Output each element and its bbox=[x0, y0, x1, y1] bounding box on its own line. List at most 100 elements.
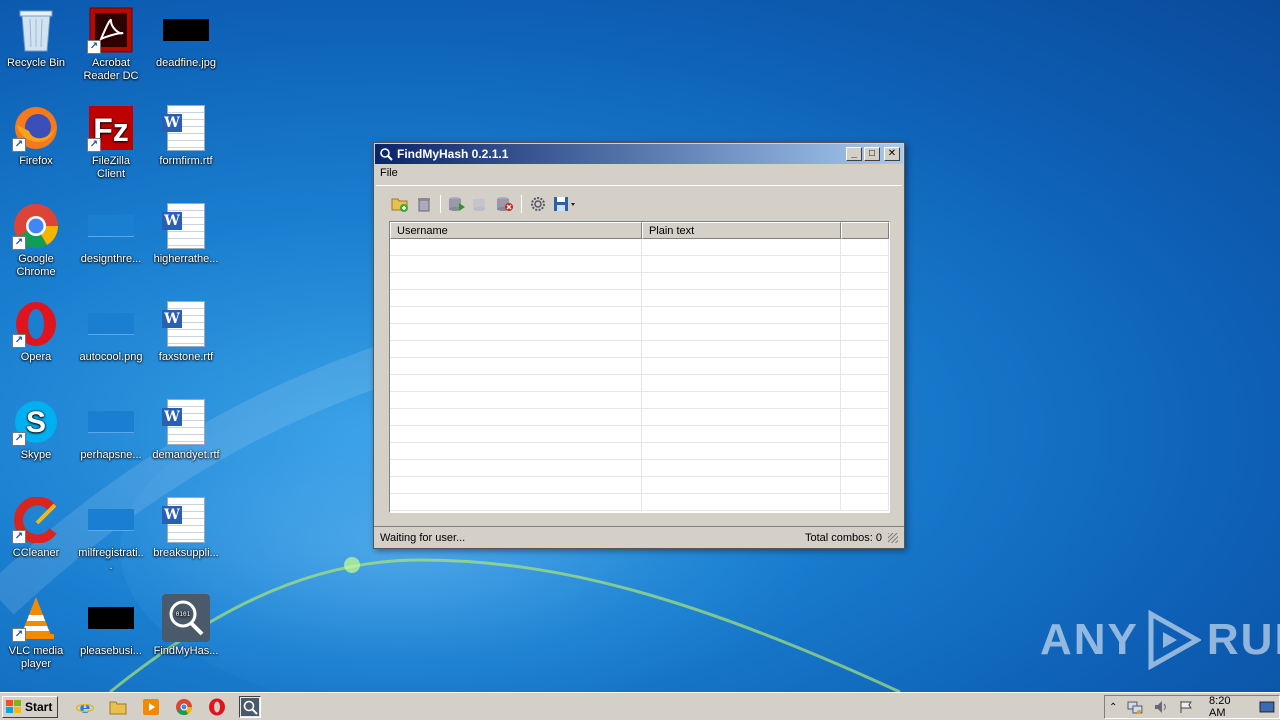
window-titlebar[interactable]: FindMyHash 0.2.1.1 _ □ ✕ bbox=[375, 144, 903, 164]
taskbar-chrome[interactable] bbox=[173, 696, 195, 718]
pause-button-tool[interactable] bbox=[471, 194, 491, 214]
desktop-icon-deadfine[interactable]: deadfine.jpg bbox=[150, 6, 222, 70]
desktop-icon-label: milfregistrati... bbox=[78, 547, 144, 572]
desktop-icon-higherrathe[interactable]: W higherrathe... bbox=[150, 202, 222, 266]
table-cell bbox=[642, 375, 842, 391]
table-row bbox=[390, 341, 889, 358]
add-folder-button[interactable] bbox=[390, 194, 410, 214]
desktop-icon-breaksuppli[interactable]: W breaksuppli... bbox=[150, 496, 222, 560]
desktop-icon-label: Google Chrome bbox=[16, 253, 56, 278]
resize-grip[interactable] bbox=[888, 532, 898, 543]
save-button[interactable] bbox=[552, 194, 578, 214]
close-button[interactable]: ✕ bbox=[884, 147, 900, 161]
table-cell bbox=[390, 273, 642, 289]
settings-button[interactable] bbox=[528, 194, 548, 214]
desktop-icon-findmyhash[interactable]: 0101 FindMyHas... bbox=[150, 594, 222, 658]
desktop-icon-recycle-bin[interactable]: Recycle Bin bbox=[0, 6, 72, 70]
image-file-icon bbox=[87, 594, 135, 642]
window-title: FindMyHash 0.2.1.1 bbox=[397, 147, 509, 161]
taskbar-ie[interactable]: e bbox=[74, 696, 96, 718]
anyrun-watermark: ANY RUN bbox=[1040, 610, 1280, 670]
desktop-icon-label: VLC media player bbox=[8, 645, 64, 670]
table-cell bbox=[642, 358, 842, 374]
desktop-icon-ccleaner[interactable]: ↗ CCleaner bbox=[0, 496, 72, 560]
desktop-icon-faxstone[interactable]: W faxstone.rtf bbox=[150, 300, 222, 364]
desktop-icon-filezilla[interactable]: Fz ↗ FileZilla Client bbox=[75, 104, 147, 181]
desktop-icon-google-chrome[interactable]: ↗ Google Chrome bbox=[0, 202, 72, 279]
desktop-icon-perhapsne[interactable]: perhapsne... bbox=[75, 398, 147, 462]
clock: 8:20 AM bbox=[1209, 695, 1231, 719]
taskbar-media-player[interactable] bbox=[140, 696, 162, 718]
svg-text:0101: 0101 bbox=[176, 611, 191, 618]
table-row bbox=[390, 375, 889, 392]
table-cell bbox=[841, 392, 889, 408]
desktop-icon-label: FileZilla Client bbox=[92, 155, 130, 180]
delete-button[interactable] bbox=[414, 194, 434, 214]
table-cell bbox=[642, 324, 842, 340]
taskbar-opera[interactable] bbox=[206, 696, 228, 718]
word-document-icon: W bbox=[162, 398, 210, 446]
table-cell bbox=[841, 341, 889, 357]
desktop-icon-autocool[interactable]: autocool.png bbox=[75, 300, 147, 364]
flag-icon[interactable] bbox=[1179, 700, 1193, 714]
volume-icon[interactable] bbox=[1153, 700, 1169, 714]
start-button-tool[interactable] bbox=[447, 194, 467, 214]
table-row bbox=[390, 426, 889, 443]
taskbar-explorer[interactable] bbox=[107, 696, 129, 718]
table-cell bbox=[390, 358, 642, 374]
desktop-icon-milfregistrati[interactable]: milfregistrati... bbox=[75, 496, 147, 573]
table-cell bbox=[841, 256, 889, 272]
desktop-icon-pleasebusi[interactable]: pleasebusi... bbox=[75, 594, 147, 658]
findmyhash-window[interactable]: FindMyHash 0.2.1.1 _ □ ✕ File Username P… bbox=[373, 142, 905, 549]
stop-button-tool[interactable] bbox=[495, 194, 515, 214]
table-cell bbox=[841, 477, 889, 493]
database-stop-icon bbox=[497, 196, 513, 211]
menu-file[interactable]: File bbox=[380, 167, 398, 179]
table-row bbox=[390, 358, 889, 375]
table-cell bbox=[390, 290, 642, 306]
database-play-icon bbox=[449, 196, 465, 211]
tray-expand-icon[interactable]: ⌃ bbox=[1109, 702, 1117, 713]
show-desktop-icon[interactable] bbox=[1259, 700, 1275, 714]
minimize-button[interactable]: _ bbox=[846, 147, 862, 161]
watermark-left: ANY bbox=[1040, 615, 1139, 664]
desktop-icon-label: designthre... bbox=[80, 253, 142, 265]
desktop-icon-designthre[interactable]: designthre... bbox=[75, 202, 147, 266]
column-extra[interactable] bbox=[841, 222, 889, 239]
findmyhash-app-icon: 0101 bbox=[162, 594, 210, 642]
taskbar: Start e ⌃ 8:20 AM bbox=[0, 692, 1280, 720]
desktop-icon-vlc-media-player[interactable]: ↗ VLC media player bbox=[0, 594, 72, 671]
table-row bbox=[390, 256, 889, 273]
table-row bbox=[390, 273, 889, 290]
desktop-icon-label: Acrobat Reader DC bbox=[83, 57, 139, 82]
desktop-icon-demandyet[interactable]: W demandyet.rtf bbox=[150, 398, 222, 462]
network-icon[interactable] bbox=[1127, 700, 1143, 714]
image-file-icon bbox=[87, 300, 135, 348]
desktop-icon-label: faxstone.rtf bbox=[158, 351, 214, 363]
shortcut-arrow-icon: ↗ bbox=[87, 138, 101, 152]
image-file-icon bbox=[87, 398, 135, 446]
shortcut-arrow-icon: ↗ bbox=[12, 530, 26, 544]
desktop-icon-formfirm[interactable]: W formfirm.rtf bbox=[150, 104, 222, 168]
table-cell bbox=[390, 375, 642, 391]
desktop-icon-acrobat-reader[interactable]: ↗ Acrobat Reader DC bbox=[75, 6, 147, 83]
column-plain-text[interactable]: Plain text bbox=[641, 222, 842, 239]
desktop-icon-label: deadfine.jpg bbox=[156, 57, 216, 69]
results-list[interactable]: Username Plain text bbox=[389, 221, 890, 513]
shortcut-arrow-icon: ↗ bbox=[12, 236, 26, 250]
taskbar-findmyhash[interactable] bbox=[239, 695, 262, 718]
table-row bbox=[390, 460, 889, 477]
toolbar-separator bbox=[521, 194, 522, 213]
maximize-button[interactable]: □ bbox=[864, 147, 880, 161]
table-cell bbox=[841, 324, 889, 340]
desktop-icon-skype[interactable]: S ↗ Skype bbox=[0, 398, 72, 462]
desktop-icon-label: higherrathe... bbox=[153, 253, 219, 265]
start-button[interactable]: Start bbox=[2, 695, 59, 718]
table-cell bbox=[841, 460, 889, 476]
table-cell bbox=[642, 392, 842, 408]
table-cell bbox=[642, 460, 842, 476]
table-row bbox=[390, 307, 889, 324]
desktop-icon-opera[interactable]: ↗ Opera bbox=[0, 300, 72, 364]
desktop-icon-firefox[interactable]: ↗ Firefox bbox=[0, 104, 72, 168]
column-username[interactable]: Username bbox=[390, 222, 642, 239]
